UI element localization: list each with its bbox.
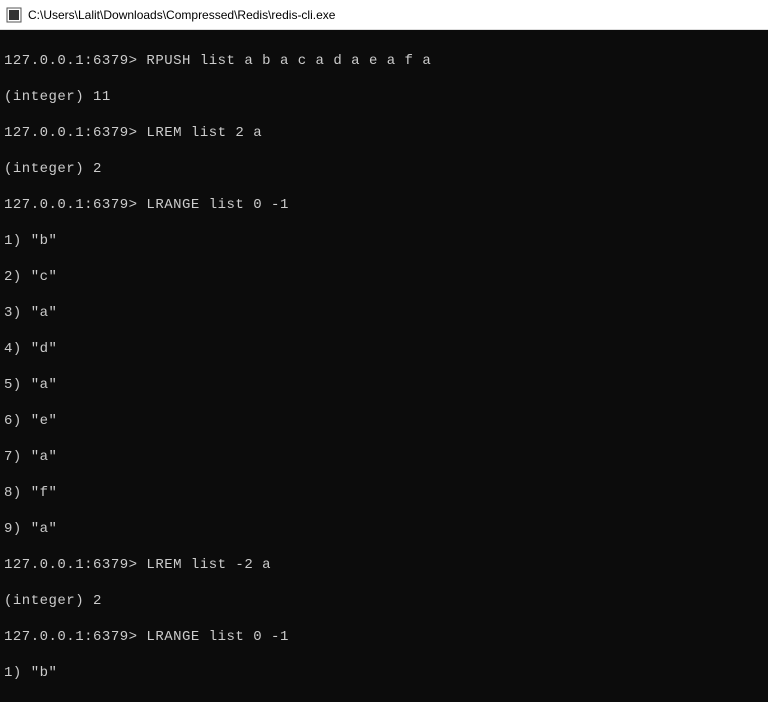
- terminal-line: 127.0.0.1:6379> LRANGE list 0 -1: [4, 196, 764, 214]
- terminal-line: 127.0.0.1:6379> LREM list -2 a: [4, 556, 764, 574]
- terminal-line: 1) "b": [4, 232, 764, 250]
- terminal-line: 127.0.0.1:6379> LRANGE list 0 -1: [4, 628, 764, 646]
- app-icon: [6, 7, 22, 23]
- terminal-line: 2) "c": [4, 268, 764, 286]
- terminal-line: 9) "a": [4, 520, 764, 538]
- terminal-line: 7) "a": [4, 448, 764, 466]
- terminal-body[interactable]: 127.0.0.1:6379> RPUSH list a b a c a d a…: [0, 30, 768, 702]
- terminal-line: (integer) 2: [4, 160, 764, 178]
- terminal-line: (integer) 11: [4, 88, 764, 106]
- terminal-line: 127.0.0.1:6379> RPUSH list a b a c a d a…: [4, 52, 764, 70]
- window-title: C:\Users\Lalit\Downloads\Compressed\Redi…: [28, 8, 335, 22]
- terminal-line: 4) "d": [4, 340, 764, 358]
- terminal-line: 3) "a": [4, 304, 764, 322]
- terminal-line: 1) "b": [4, 664, 764, 682]
- terminal-line: 8) "f": [4, 484, 764, 502]
- terminal-line: 5) "a": [4, 376, 764, 394]
- titlebar[interactable]: C:\Users\Lalit\Downloads\Compressed\Redi…: [0, 0, 768, 30]
- terminal-line: (integer) 2: [4, 592, 764, 610]
- terminal-line: 127.0.0.1:6379> LREM list 2 a: [4, 124, 764, 142]
- terminal-line: 6) "e": [4, 412, 764, 430]
- terminal-window: C:\Users\Lalit\Downloads\Compressed\Redi…: [0, 0, 768, 702]
